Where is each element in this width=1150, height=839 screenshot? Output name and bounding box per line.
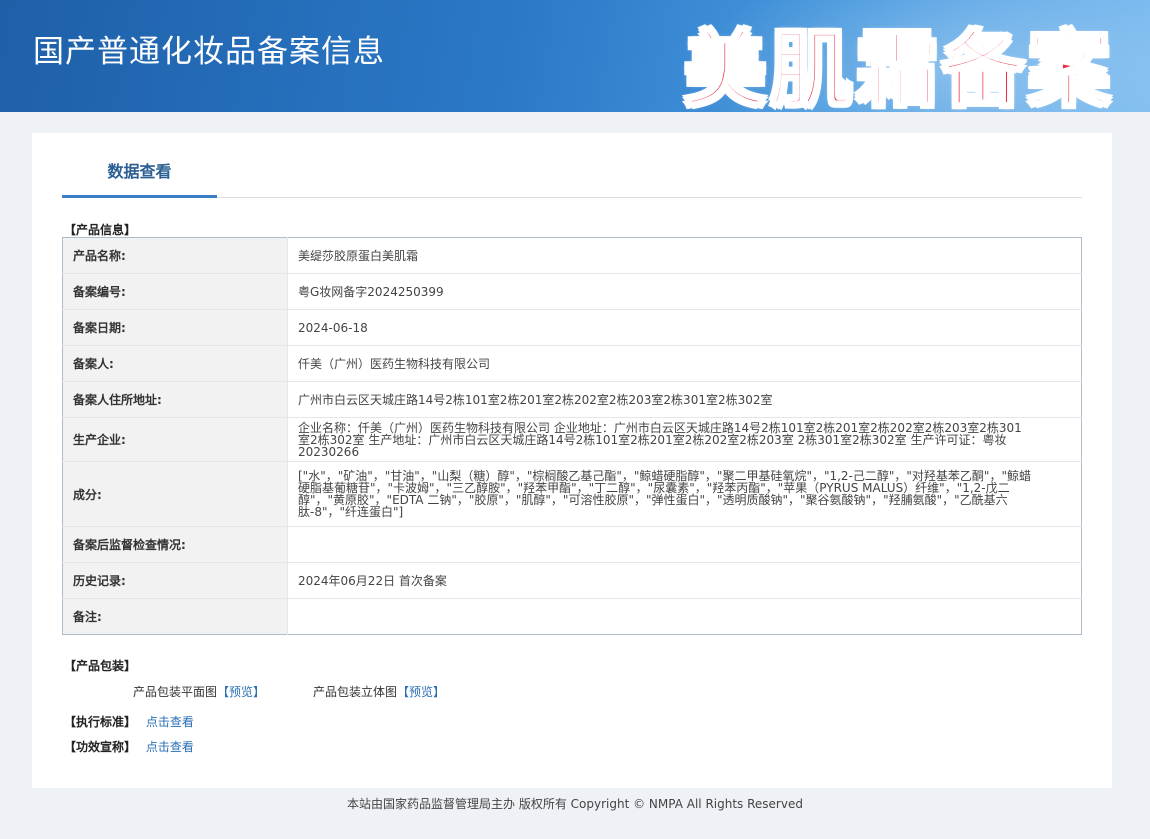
efficacy-row: 【功效宣称】 点击查看 — [64, 738, 194, 755]
table-row: 备案人: 仟美（广州）医药生物科技有限公司 — [62, 345, 1082, 382]
field-key: 备注: — [62, 598, 288, 635]
packaging-flat-label: 产品包装平面图 — [133, 685, 218, 699]
field-key: 成分: — [62, 461, 288, 527]
content-panel: 数据查看 【产品信息】 产品名称: 美缇莎胶原蛋白美肌霜 备案编号: 粤G妆网备… — [32, 133, 1112, 788]
field-value: 仟美（广州）医药生物科技有限公司 — [287, 345, 1082, 382]
footer: 本站由国家药品监督管理局主办 版权所有 Copyright © NMPA All… — [347, 797, 803, 811]
tab-bar: 数据查看 — [62, 153, 1082, 198]
field-key: 备案人住所地址: — [62, 381, 288, 418]
efficacy-view-link[interactable]: 点击查看 — [146, 740, 194, 754]
field-value — [287, 598, 1082, 635]
table-row: 成分: ["水"，"矿油"，"甘油"，"山梨（糖）醇"，"棕榈酸乙基己酯"，"鲸… — [62, 461, 1082, 527]
table-row: 历史记录: 2024年06月22日 首次备案 — [62, 562, 1082, 599]
table-row: 备注: — [62, 598, 1082, 635]
field-value: 2024年06月22日 首次备案 — [287, 562, 1082, 599]
table-row: 备案日期: 2024-06-18 — [62, 309, 1082, 346]
tab-data-view[interactable]: 数据查看 — [62, 153, 217, 198]
standard-view-link[interactable]: 点击查看 — [146, 715, 194, 729]
field-value: 企业名称：仟美（广州）医药生物科技有限公司 企业地址：广州市白云区天城庄路14号… — [287, 417, 1082, 462]
field-value: 美缇莎胶原蛋白美肌霜 — [298, 248, 419, 263]
standard-row: 【执行标准】 点击查看 — [64, 713, 194, 730]
field-key: 备案人: — [62, 345, 288, 382]
field-key: 备案编号: — [62, 273, 288, 310]
overlay-title: 美肌霜备案 — [682, 23, 1114, 118]
field-key: 生产企业: — [62, 417, 288, 462]
packaging-solid: 产品包装立体图【预览】 — [313, 683, 445, 700]
table-row: 生产企业: 企业名称：仟美（广州）医药生物科技有限公司 企业地址：广州市白云区天… — [62, 417, 1082, 462]
table-row: 备案人住所地址: 广州市白云区天城庄路14号2栋101室2栋201室2栋202室… — [62, 381, 1082, 418]
field-value: ["水"，"矿油"，"甘油"，"山梨（糖）醇"，"棕榈酸乙基己酯"，"鲸蜡硬脂醇… — [287, 461, 1082, 527]
field-key: 备案后监督检查情况: — [62, 526, 288, 563]
packaging-label: 【产品包装】 — [64, 659, 137, 673]
field-value: 广州市白云区天城庄路14号2栋101室2栋201室2栋202室2栋203室2栋3… — [287, 381, 1082, 418]
field-key: 历史记录: — [62, 562, 288, 599]
field-key: 备案日期: — [62, 309, 288, 346]
packaging-solid-label: 产品包装立体图 — [313, 685, 398, 699]
product-info-label: 【产品信息】 — [64, 223, 137, 237]
efficacy-label: 【功效宣称】 — [64, 740, 137, 754]
field-value: 2024-06-18 — [287, 309, 1082, 346]
standard-label: 【执行标准】 — [64, 715, 137, 729]
field-value — [287, 526, 1082, 563]
table-row: 产品名称: 美缇莎胶原蛋白美肌霜 — [62, 237, 1082, 274]
site-title: 国产普通化妆品备案信息 — [33, 34, 385, 70]
table-row: 备案后监督检查情况: — [62, 526, 1082, 563]
packaging-flat: 产品包装平面图【预览】 — [133, 683, 265, 700]
field-value: 粤G妆网备字2024250399 — [287, 273, 1082, 310]
table-row: 备案编号: 粤G妆网备字2024250399 — [62, 273, 1082, 310]
packaging-flat-preview-link[interactable]: 【预览】 — [217, 685, 265, 699]
product-info-table: 产品名称: 美缇莎胶原蛋白美肌霜 备案编号: 粤G妆网备字2024250399 … — [62, 237, 1082, 635]
packaging-solid-preview-link[interactable]: 【预览】 — [397, 685, 445, 699]
field-key: 产品名称: — [62, 237, 288, 274]
